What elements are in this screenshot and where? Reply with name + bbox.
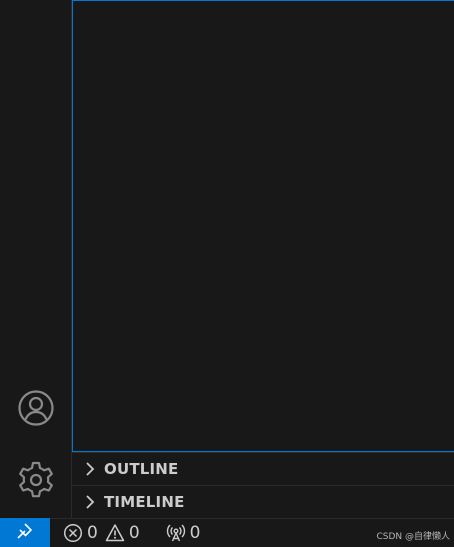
ports-status-item[interactable]: 0 xyxy=(166,523,201,543)
problems-status-item[interactable]: 0 0 xyxy=(63,523,140,543)
ports-count: 0 xyxy=(189,523,201,543)
error-icon xyxy=(63,523,83,543)
activity-bar xyxy=(0,0,71,518)
remote-icon xyxy=(16,522,34,544)
watermark-text: CSDN @自律懒人 xyxy=(376,532,450,542)
account-icon xyxy=(17,389,55,431)
timeline-section-header[interactable]: TIMELINE xyxy=(72,485,454,518)
vscode-window: OUTLINE TIMELINE 0 0 0 CSDN @自律懒人 xyxy=(0,0,454,547)
status-bar: 0 0 0 CSDN @自律懒人 xyxy=(0,518,454,547)
outline-section-label: OUTLINE xyxy=(104,459,179,478)
gear-icon xyxy=(16,460,56,504)
warning-count: 0 xyxy=(128,523,140,543)
manage-button[interactable] xyxy=(0,454,71,510)
chevron-right-icon xyxy=(82,461,98,477)
broadcast-icon xyxy=(166,523,186,543)
sidebar: OUTLINE TIMELINE xyxy=(71,0,454,518)
accounts-button[interactable] xyxy=(0,382,71,438)
error-count: 0 xyxy=(87,523,98,543)
chevron-right-icon xyxy=(82,494,98,510)
warning-icon xyxy=(105,523,125,543)
outline-section-header[interactable]: OUTLINE xyxy=(72,452,454,484)
timeline-section-label: TIMELINE xyxy=(104,493,185,511)
remote-indicator-button[interactable] xyxy=(0,518,50,547)
explorer-view[interactable] xyxy=(72,0,454,452)
